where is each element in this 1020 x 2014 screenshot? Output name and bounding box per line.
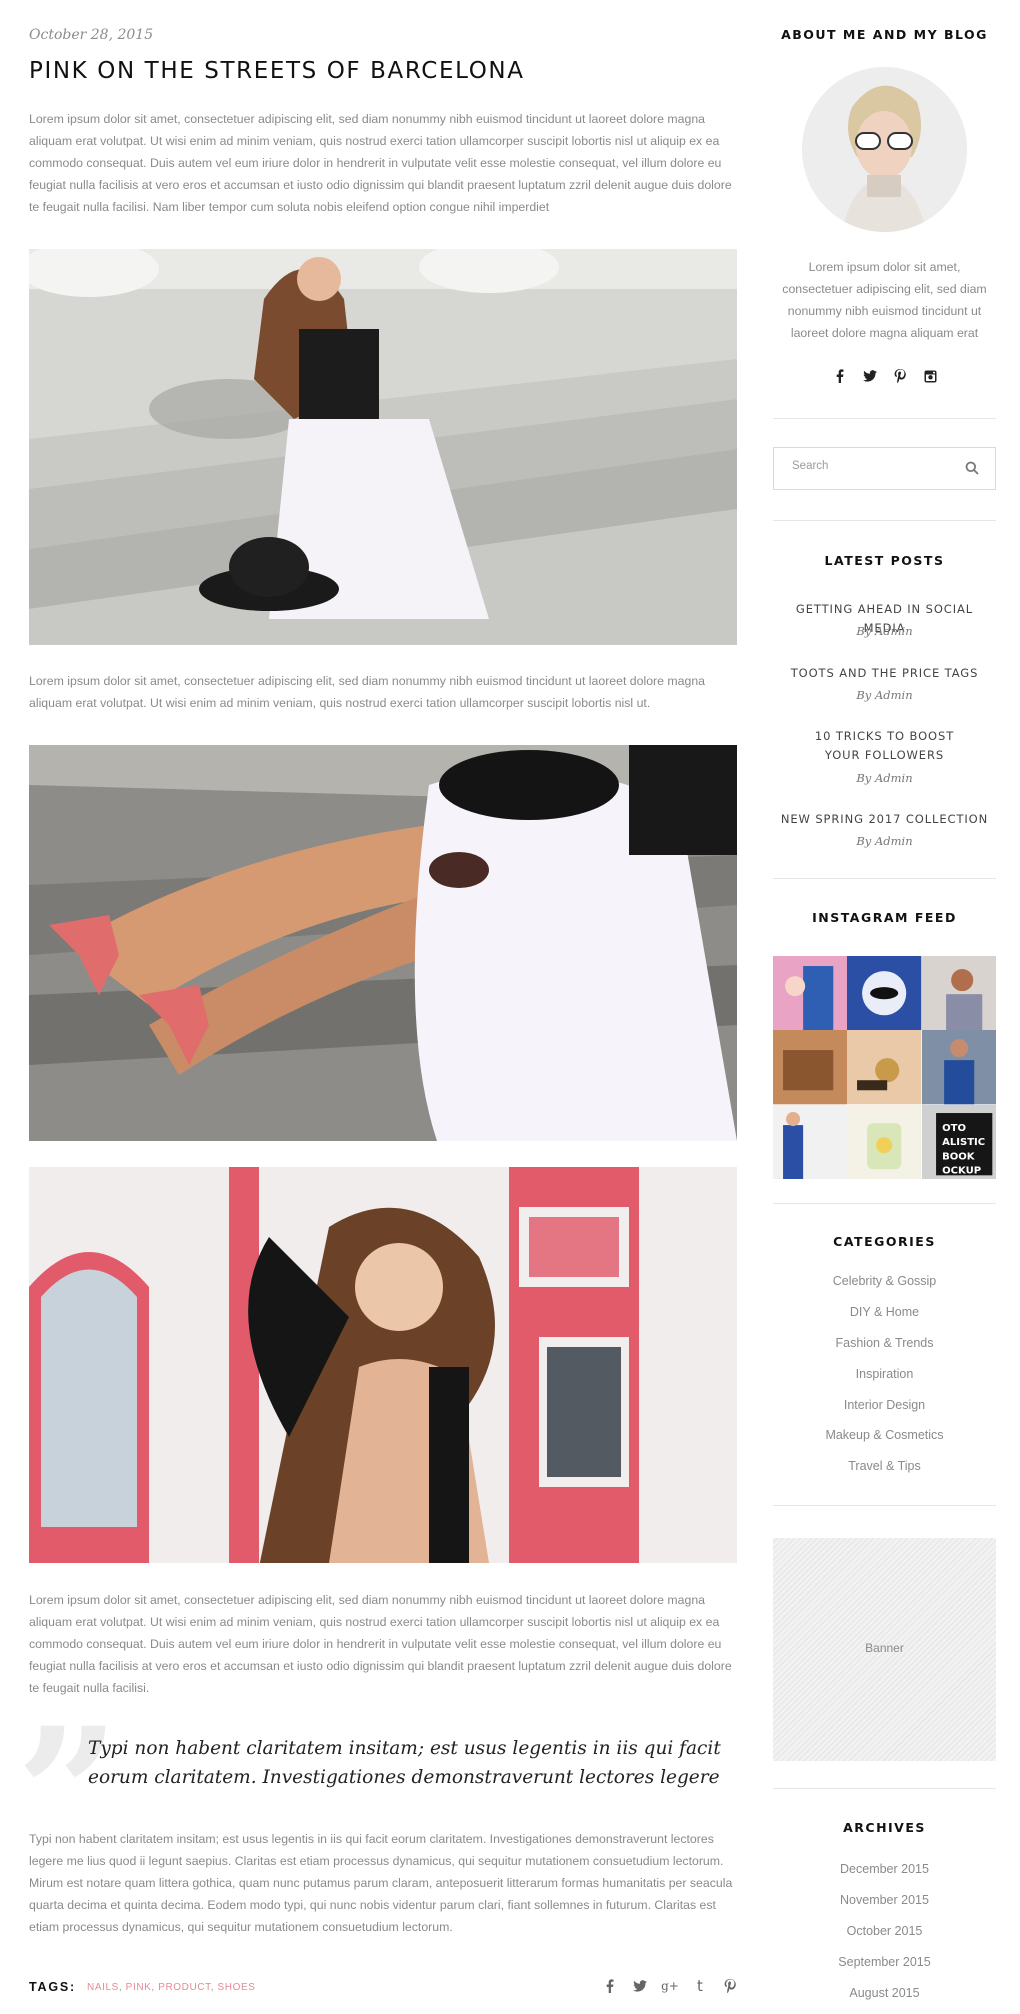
latest-post-author: By Admin bbox=[856, 624, 913, 638]
twitter-icon[interactable] bbox=[633, 1978, 647, 1994]
post-title: PINK ON THE STREETS OF BARCELONA bbox=[29, 58, 525, 84]
about-text: Lorem ipsum dolor sit amet, consectetuer… bbox=[782, 260, 987, 340]
about-widget-title: ABOUT ME AND MY BLOG bbox=[781, 27, 988, 42]
tag-link[interactable]: SHOES bbox=[218, 1982, 256, 1993]
category-link[interactable]: Makeup & Cosmetics bbox=[773, 1428, 996, 1442]
social-icons bbox=[833, 369, 937, 383]
latest-post-author: By Admin bbox=[856, 834, 913, 848]
category-link[interactable]: DIY & Home bbox=[773, 1305, 996, 1319]
category-link[interactable]: Celebrity & Gossip bbox=[773, 1274, 996, 1288]
archive-link[interactable]: December 2015 bbox=[773, 1862, 996, 1876]
latest-post-author: By Admin bbox=[856, 688, 913, 702]
instagram-feed-title: INSTAGRAM FEED bbox=[812, 910, 957, 925]
banner-ad[interactable]: Banner bbox=[773, 1538, 996, 1761]
search-box bbox=[773, 447, 996, 490]
facebook-icon[interactable] bbox=[603, 1978, 617, 1994]
latest-post-title[interactable]: 10 TRICKS TO BOOST YOUR FOLLOWERS bbox=[798, 727, 971, 765]
post-paragraph-3: Lorem ipsum dolor sit amet, consectetuer… bbox=[29, 1593, 732, 1695]
category-link[interactable]: Travel & Tips bbox=[773, 1459, 996, 1473]
post-paragraph-4: Typi non habent claritatem insitam; est … bbox=[29, 1832, 733, 1934]
banner-label: Banner bbox=[865, 1641, 904, 1655]
pinterest-icon[interactable] bbox=[723, 1978, 737, 1994]
avatar bbox=[802, 67, 967, 232]
instagram-thumbnail[interactable] bbox=[773, 1104, 848, 1179]
tumblr-icon[interactable]: t bbox=[693, 1977, 707, 1995]
divider bbox=[773, 1203, 996, 1204]
archive-link[interactable]: September 2015 bbox=[773, 1955, 996, 1969]
pinterest-icon[interactable] bbox=[893, 369, 907, 383]
archive-link[interactable]: October 2015 bbox=[773, 1924, 996, 1938]
instagram-grid: OTO ALISTIC BOOK OCKUP bbox=[773, 956, 996, 1179]
search-input[interactable] bbox=[792, 460, 952, 472]
facebook-icon[interactable] bbox=[833, 369, 847, 383]
instagram-thumbnail[interactable] bbox=[773, 1030, 848, 1105]
svg-text:ALISTIC: ALISTIC bbox=[942, 1137, 985, 1148]
instagram-thumbnail[interactable] bbox=[921, 956, 996, 1031]
divider bbox=[773, 418, 996, 419]
post-image-building bbox=[29, 1167, 737, 1563]
instagram-thumbnail[interactable]: OTO ALISTIC BOOK OCKUP bbox=[921, 1104, 996, 1179]
instagram-thumbnail[interactable] bbox=[921, 1030, 996, 1105]
instagram-thumbnail[interactable] bbox=[773, 956, 848, 1031]
divider bbox=[773, 1788, 996, 1789]
latest-post-author: By Admin bbox=[856, 771, 913, 785]
instagram-thumbnail[interactable] bbox=[847, 1104, 922, 1179]
divider bbox=[773, 1505, 996, 1506]
latest-post-title[interactable]: NEW SPRING 2017 COLLECTION bbox=[773, 810, 996, 829]
tag-link[interactable]: NAILS bbox=[87, 1982, 119, 1993]
search-icon[interactable] bbox=[965, 461, 979, 475]
post-image-heels bbox=[29, 745, 737, 1141]
tags-list: NAILS, PINK, PRODUCT, SHOES bbox=[87, 1982, 256, 1993]
category-link[interactable]: Inspiration bbox=[773, 1367, 996, 1381]
google-plus-icon[interactable]: g+ bbox=[661, 1978, 679, 1994]
post-footer: TAGS: NAILS, PINK, PRODUCT, SHOES g+ t bbox=[29, 1977, 737, 1998]
svg-text:BOOK: BOOK bbox=[942, 1151, 976, 1162]
archives-title: ARCHIVES bbox=[843, 1820, 926, 1835]
latest-post-title[interactable]: TOOTS AND THE PRICE TAGS bbox=[773, 664, 996, 683]
latest-posts-title: LATEST POSTS bbox=[824, 553, 945, 568]
svg-text:OCKUP: OCKUP bbox=[942, 1165, 981, 1176]
tag-link[interactable]: PINK bbox=[126, 1982, 152, 1993]
post-date: October 28, 2015 bbox=[29, 27, 154, 43]
tag-link[interactable]: PRODUCT bbox=[158, 1982, 211, 1993]
blockquote: Typi non habent claritatem insitam; est … bbox=[88, 1738, 721, 1788]
share-icons: g+ t bbox=[603, 1977, 737, 1995]
instagram-icon[interactable] bbox=[923, 369, 937, 383]
category-link[interactable]: Fashion & Trends bbox=[773, 1336, 996, 1350]
post-image-steps bbox=[29, 249, 737, 645]
instagram-thumbnail[interactable] bbox=[847, 956, 922, 1031]
categories-title: CATEGORIES bbox=[833, 1234, 936, 1249]
twitter-icon[interactable] bbox=[863, 369, 877, 383]
post-paragraph-1: Lorem ipsum dolor sit amet, consectetuer… bbox=[29, 112, 732, 214]
tags-label: TAGS: bbox=[29, 1980, 76, 1994]
svg-text:OTO: OTO bbox=[942, 1123, 966, 1134]
divider bbox=[773, 520, 996, 521]
archive-link[interactable]: November 2015 bbox=[773, 1893, 996, 1907]
instagram-thumbnail[interactable] bbox=[847, 1030, 922, 1105]
divider bbox=[773, 878, 996, 879]
archive-link[interactable]: August 2015 bbox=[773, 1986, 996, 2000]
post-paragraph-2: Lorem ipsum dolor sit amet, consectetuer… bbox=[29, 674, 705, 710]
category-link[interactable]: Interior Design bbox=[773, 1398, 996, 1412]
